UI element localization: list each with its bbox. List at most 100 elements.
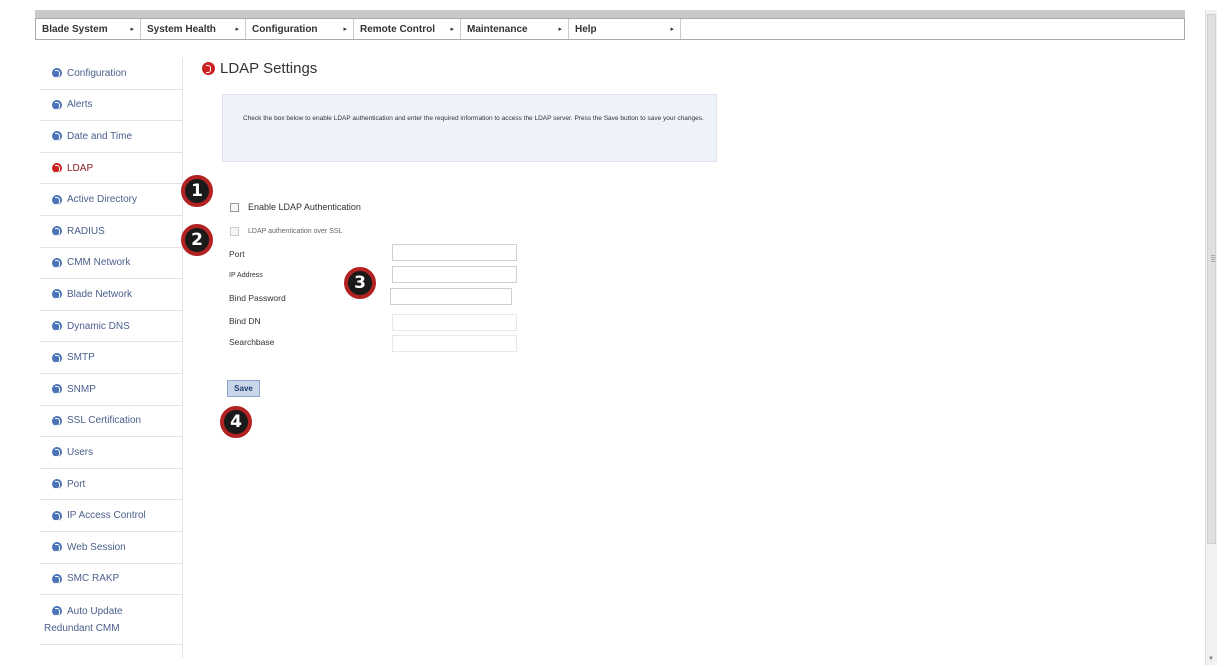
sidebar-item-ldap[interactable]: LDAP: [40, 153, 182, 185]
sidebar-nav: Configuration Alerts Date and Time LDAP …: [40, 58, 182, 646]
sidebar-item-snmp[interactable]: SNMP: [40, 374, 182, 406]
scroll-down-arrow-icon[interactable]: ▼: [1208, 656, 1214, 662]
sidebar-item-label: SNMP: [67, 383, 96, 395]
sidebar-item-label: Date and Time: [67, 130, 133, 142]
nav-arrow-icon: [52, 606, 62, 617]
menu-label: Configuration: [252, 23, 318, 35]
enable-ldap-label: Enable LDAP Authentication: [248, 202, 361, 212]
port-input[interactable]: [392, 244, 517, 261]
main-menu-bar: Blade System ▸ System Health ▸ Configura…: [35, 18, 1185, 40]
ldap-ssl-label: LDAP authentication over SSL: [248, 228, 343, 235]
sidebar-item-label: Users: [67, 446, 94, 458]
sidebar-item-label: SSL Certification: [67, 415, 142, 427]
nav-arrow-icon: [52, 68, 62, 79]
vertical-scrollbar[interactable]: ▼: [1205, 10, 1217, 665]
menu-label: Blade System: [42, 23, 108, 35]
sidebar-item-active-directory[interactable]: Active Directory: [40, 184, 182, 216]
bind-dn-input[interactable]: [392, 314, 517, 331]
menu-label: Maintenance: [467, 23, 528, 35]
nav-arrow-icon: [52, 447, 62, 458]
menu-arrow-icon: ▸: [558, 26, 562, 33]
nav-arrow-icon: [52, 573, 62, 584]
menu-arrow-icon: ▸: [450, 26, 454, 33]
menu-blade-system[interactable]: Blade System ▸: [36, 19, 141, 39]
scroll-grip-icon: [1211, 255, 1215, 263]
menu-label: Remote Control: [360, 23, 435, 35]
sidebar-divider: [182, 58, 183, 658]
sidebar-item-web-session[interactable]: Web Session: [40, 532, 182, 564]
menu-remote-control[interactable]: Remote Control ▸: [354, 19, 461, 39]
sidebar-item-radius[interactable]: RADIUS: [40, 216, 182, 248]
sidebar-item-configuration[interactable]: Configuration: [40, 58, 182, 90]
bind-dn-label: Bind DN: [229, 316, 261, 326]
nav-arrow-icon: [52, 384, 62, 395]
menu-arrow-icon: ▸: [235, 26, 239, 33]
title-arrow-icon: [202, 62, 215, 75]
sidebar-item-redundant-cmm[interactable]: Redundant CMM: [40, 623, 120, 634]
sidebar-item-ssl-certification[interactable]: SSL Certification: [40, 406, 182, 438]
sidebar-item-cmm-network[interactable]: CMM Network: [40, 248, 182, 280]
sidebar-item-label: CMM Network: [67, 257, 131, 269]
sidebar-item-auto-update[interactable]: Auto Update Redundant CMM: [40, 595, 182, 646]
nav-arrow-icon: [52, 226, 62, 237]
menu-arrow-icon: ▸: [670, 26, 674, 33]
menu-system-health[interactable]: System Health ▸: [141, 19, 246, 39]
nav-arrow-icon: [52, 510, 62, 521]
callout-badge-1: 1: [181, 175, 213, 207]
bind-password-input[interactable]: [390, 288, 512, 305]
port-label: Port: [229, 249, 245, 259]
save-button[interactable]: Save: [227, 380, 260, 397]
nav-arrow-icon: [52, 257, 62, 268]
ip-address-input[interactable]: [392, 266, 517, 283]
menu-configuration[interactable]: Configuration ▸: [246, 19, 354, 39]
menu-arrow-icon: ▸: [130, 26, 134, 33]
searchbase-input[interactable]: [392, 335, 517, 352]
nav-arrow-icon: [52, 321, 62, 332]
menu-arrow-icon: ▸: [343, 26, 347, 33]
sidebar-item-blade-network[interactable]: Blade Network: [40, 279, 182, 311]
ldap-ssl-checkbox[interactable]: [230, 227, 239, 236]
sidebar-item-label: SMC RAKP: [67, 573, 120, 585]
sidebar-item-label: Web Session: [67, 541, 126, 553]
nav-arrow-icon: [52, 289, 62, 300]
sidebar-item-label: Blade Network: [67, 288, 133, 300]
menu-label: Help: [575, 23, 597, 35]
nav-arrow-icon: [52, 415, 62, 426]
sidebar-item-label: Alerts: [67, 99, 93, 111]
info-panel: Check the box below to enable LDAP authe…: [222, 94, 717, 162]
nav-arrow-icon: [52, 163, 62, 174]
sidebar-item-label: Active Directory: [67, 194, 138, 206]
sidebar-item-label: Configuration: [67, 67, 127, 79]
nav-arrow-icon: [52, 194, 62, 205]
sidebar-item-label: LDAP: [67, 162, 94, 174]
sidebar-item-smc-rakp[interactable]: SMC RAKP: [40, 564, 182, 596]
scrollbar-thumb[interactable]: [1207, 14, 1216, 544]
page-title-text: LDAP Settings: [220, 60, 318, 77]
page-title: LDAP Settings: [202, 60, 317, 77]
enable-ldap-checkbox[interactable]: [230, 202, 239, 212]
info-text: Check the box below to enable LDAP authe…: [243, 115, 704, 122]
bind-password-label: Bind Password: [229, 293, 286, 303]
callout-badge-4: 4: [220, 406, 252, 438]
sidebar-item-label: Port: [67, 478, 86, 490]
sidebar-item-dynamic-dns[interactable]: Dynamic DNS: [40, 311, 182, 343]
enable-ldap-row: Enable LDAP Authentication: [230, 202, 361, 212]
sidebar-item-port[interactable]: Port: [40, 469, 182, 501]
searchbase-label: Searchbase: [229, 337, 275, 347]
sidebar-item-smtp[interactable]: SMTP: [40, 342, 182, 374]
nav-arrow-icon: [52, 99, 62, 110]
menu-help[interactable]: Help ▸: [569, 19, 681, 39]
menu-maintenance[interactable]: Maintenance ▸: [461, 19, 569, 39]
callout-badge-3: 3: [344, 267, 376, 299]
callout-badge-2: 2: [181, 224, 213, 256]
ip-address-label: IP Address: [229, 272, 263, 279]
sidebar-item-label: SMTP: [67, 352, 95, 364]
sidebar-item-ip-access-control[interactable]: IP Access Control: [40, 500, 182, 532]
nav-arrow-icon: [52, 542, 62, 553]
sidebar-item-label: IP Access Control: [67, 510, 146, 522]
sidebar-item-users[interactable]: Users: [40, 437, 182, 469]
window-top-strip: [35, 10, 1185, 18]
sidebar-item-alerts[interactable]: Alerts: [40, 90, 182, 122]
sidebar-item-label: Dynamic DNS: [67, 320, 130, 332]
sidebar-item-date-and-time[interactable]: Date and Time: [40, 121, 182, 153]
